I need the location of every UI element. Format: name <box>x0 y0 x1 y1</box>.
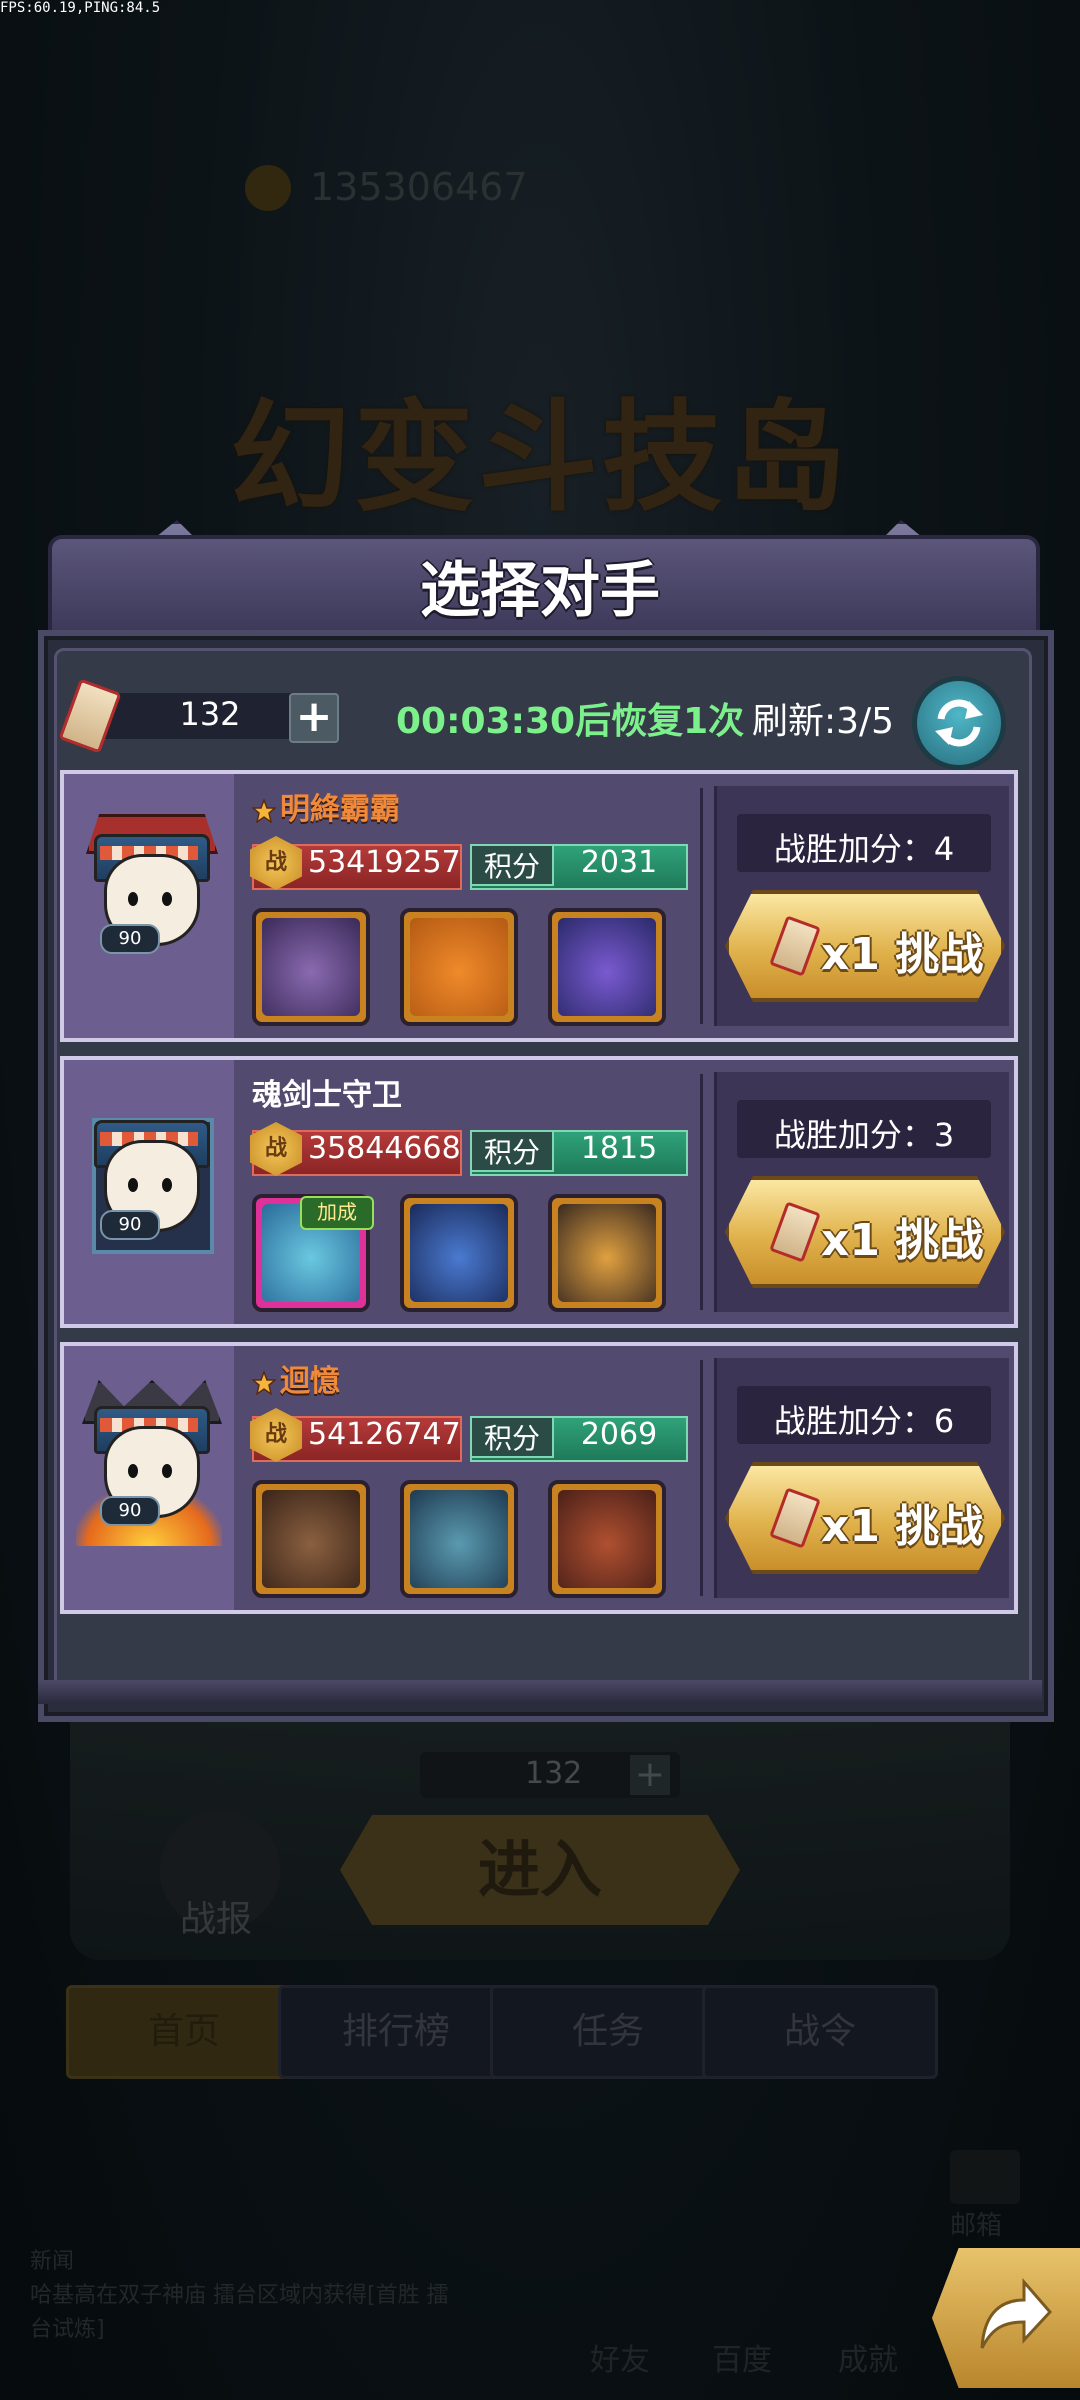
score-label: 积分 <box>470 1130 554 1172</box>
opponent-card: 90 迴憶 战 54126747 积分 2069 战胜加分：6 x1 挑战 <box>60 1342 1018 1614</box>
ticket-icon <box>769 915 821 977</box>
win-bonus: 战胜加分：3 <box>773 1116 955 1154</box>
dialog-title: 选择对手 <box>420 556 660 626</box>
add-ticket-button[interactable]: + <box>289 693 339 743</box>
challenge-button[interactable]: x1 挑战 <box>725 1462 1005 1574</box>
share-button[interactable] <box>932 2248 1080 2388</box>
challenge-panel: 战胜加分：6 x1 挑战 <box>714 1358 1009 1598</box>
ticket-icon <box>769 1201 821 1263</box>
challenge-panel: 战胜加分：3 x1 挑战 <box>714 1072 1009 1312</box>
power-value: 54126747 <box>308 1417 461 1452</box>
challenge-label: x1 挑战 <box>821 929 984 980</box>
opponent-avatar-panel: 90 <box>64 774 234 1038</box>
pet-slot[interactable] <box>252 1480 370 1598</box>
pet-slot[interactable] <box>252 908 370 1026</box>
win-bonus: 战胜加分：4 <box>773 830 955 868</box>
ticket-icon <box>769 1487 821 1549</box>
refresh-count: 刷新:3/5 <box>752 701 895 742</box>
power-value: 53419257 <box>308 845 461 880</box>
score-value: 1815 <box>580 1131 658 1166</box>
score-value: 2031 <box>580 845 658 880</box>
challenge-panel: 战胜加分：4 x1 挑战 <box>714 786 1009 1026</box>
star-icon <box>252 1370 276 1395</box>
challenge-button[interactable]: x1 挑战 <box>725 890 1005 1002</box>
opponent-avatar-panel: 90 <box>64 1060 234 1324</box>
pet-slot[interactable] <box>548 1480 666 1598</box>
challenge-label: x1 挑战 <box>821 1501 984 1552</box>
win-bonus: 战胜加分：6 <box>773 1402 955 1440</box>
score-label: 积分 <box>470 844 554 886</box>
refresh-button[interactable] <box>912 676 1006 770</box>
boost-tag: 加成 <box>300 1196 374 1230</box>
pet-slot[interactable] <box>548 1194 666 1312</box>
dialog-footer-trim <box>38 1680 1042 1704</box>
level-badge: 90 <box>100 1210 160 1240</box>
pet-slot[interactable]: 加成 <box>252 1194 374 1312</box>
level-badge: 90 <box>100 1496 160 1526</box>
challenge-label: x1 挑战 <box>821 1215 984 1266</box>
opponent-avatar-panel: 90 <box>64 1346 234 1610</box>
refresh-icon <box>935 699 983 747</box>
power-value: 35844668 <box>308 1131 461 1166</box>
pet-slot[interactable] <box>400 1480 518 1598</box>
share-icon <box>980 2277 1053 2349</box>
ticket-count: 132 <box>179 695 241 733</box>
opponent-name: 迴憶 <box>252 1356 340 1400</box>
opponent-name: 魂剑士守卫 <box>252 1078 402 1113</box>
score-label: 积分 <box>470 1416 554 1458</box>
pet-slot[interactable] <box>548 908 666 1026</box>
plus-icon: + <box>295 691 333 742</box>
level-badge: 90 <box>100 924 160 954</box>
pet-slot[interactable] <box>400 908 518 1026</box>
opponent-name: 明絳霸霸 <box>252 784 400 828</box>
opponent-card: 90 魂剑士守卫 战 35844668 积分 1815 加成 战胜加分：3 x1… <box>60 1056 1018 1328</box>
opponent-card: 90 明絳霸霸 战 53419257 积分 2031 战胜加分：4 x1 挑战 <box>60 770 1018 1042</box>
star-icon <box>252 798 276 823</box>
fps-ping-readout: FPS:60.19,PING:84.5 <box>0 0 161 16</box>
pet-slot[interactable] <box>400 1194 518 1312</box>
challenge-button[interactable]: x1 挑战 <box>725 1176 1005 1288</box>
score-value: 2069 <box>580 1417 658 1452</box>
recover-timer: 00:03:30后恢复1次 <box>396 701 745 742</box>
